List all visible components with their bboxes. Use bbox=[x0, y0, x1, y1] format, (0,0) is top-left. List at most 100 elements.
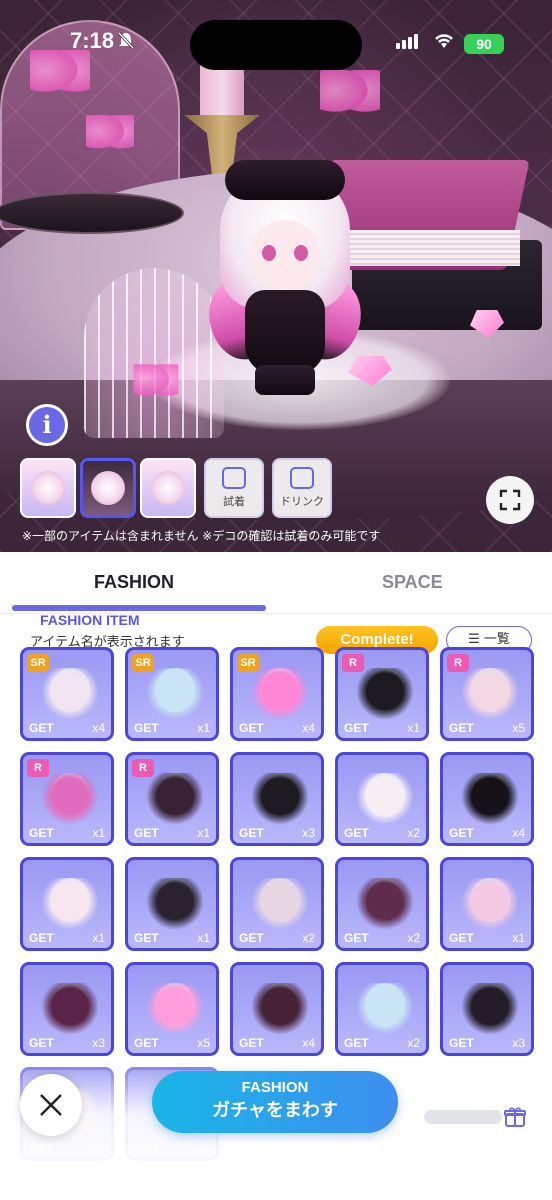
get-label: GET bbox=[134, 931, 159, 945]
scene-thumb-2[interactable] bbox=[80, 458, 136, 518]
get-label: GET bbox=[29, 721, 54, 735]
get-label: GET bbox=[449, 931, 474, 945]
item-card[interactable]: GET x2 bbox=[335, 857, 429, 951]
thumb-preview bbox=[91, 471, 125, 505]
get-label: GET bbox=[239, 721, 264, 735]
item-card[interactable]: R GET x1 bbox=[335, 647, 429, 741]
list-icon: ☰ bbox=[468, 632, 484, 647]
item-card[interactable]: GET x4 bbox=[230, 962, 324, 1056]
cellular-signal-icon bbox=[396, 34, 418, 49]
scene-thumbnails: 試着 ドリンク bbox=[20, 458, 332, 518]
close-icon bbox=[40, 1094, 62, 1116]
scene-thumb-1[interactable] bbox=[20, 458, 76, 518]
item-card[interactable]: SR GET x4 bbox=[20, 647, 114, 741]
tab-space[interactable]: SPACE bbox=[382, 572, 443, 593]
item-card[interactable]: GET x4 bbox=[440, 752, 534, 846]
item-card[interactable]: GET x5 bbox=[125, 962, 219, 1056]
active-tab-indicator bbox=[12, 605, 266, 611]
rarity-badge: R bbox=[447, 654, 469, 672]
item-thumbnail bbox=[461, 983, 519, 1035]
item-count: x4 bbox=[92, 721, 105, 735]
close-button[interactable] bbox=[20, 1074, 82, 1136]
fashion-gacha-button[interactable]: FASHION ガチャをまわす bbox=[152, 1071, 398, 1133]
get-label: GET bbox=[29, 931, 54, 945]
rarity-badge: SR bbox=[132, 654, 154, 672]
rarity-badge: SR bbox=[27, 654, 49, 672]
get-label: GET bbox=[344, 1036, 369, 1050]
item-thumbnail bbox=[146, 878, 204, 930]
avatar-eye bbox=[294, 245, 308, 261]
item-count: x2 bbox=[407, 931, 420, 945]
status-time: 7:18 bbox=[70, 28, 115, 53]
item-card[interactable]: SR GET x4 bbox=[230, 647, 324, 741]
item-count: x2 bbox=[407, 826, 420, 840]
get-label: GET bbox=[344, 826, 369, 840]
item-count: x1 bbox=[512, 931, 525, 945]
get-label: GET bbox=[449, 826, 474, 840]
drink-label: ドリンク bbox=[280, 495, 324, 508]
scene-thumb-3[interactable] bbox=[140, 458, 196, 518]
avatar-character[interactable] bbox=[200, 150, 370, 400]
item-thumbnail bbox=[146, 773, 204, 825]
get-label: GET bbox=[29, 1036, 54, 1050]
item-card[interactable]: R GET x1 bbox=[20, 752, 114, 846]
rarity-badge: SR bbox=[237, 654, 259, 672]
scene-disclaimer: ※一部のアイテムは含まれません ※デコの確認は試着のみ可能です bbox=[22, 529, 381, 543]
item-thumbnail bbox=[251, 668, 309, 720]
item-count: x1 bbox=[407, 721, 420, 735]
thumb-preview bbox=[151, 471, 185, 505]
avatar-boots bbox=[255, 365, 315, 395]
thumb-preview bbox=[31, 471, 65, 505]
try-on-button[interactable]: 試着 bbox=[204, 458, 264, 518]
gacha-title: FASHION bbox=[241, 1079, 309, 1096]
avatar-eye bbox=[262, 245, 276, 261]
item-card[interactable]: GET x2 bbox=[335, 962, 429, 1056]
item-card[interactable]: GET x1 bbox=[440, 857, 534, 951]
item-card[interactable]: GET x2 bbox=[230, 857, 324, 951]
item-thumbnail bbox=[41, 878, 99, 930]
item-count: x5 bbox=[197, 1036, 210, 1050]
get-label: GET bbox=[344, 931, 369, 945]
item-count: x1 bbox=[92, 826, 105, 840]
get-label: GET bbox=[134, 721, 159, 735]
item-count: x1 bbox=[197, 826, 210, 840]
rarity-badge: R bbox=[27, 759, 49, 777]
get-label: GET bbox=[239, 931, 264, 945]
item-count: x4 bbox=[302, 721, 315, 735]
item-count: x1 bbox=[92, 931, 105, 945]
item-card[interactable]: GET x2 bbox=[335, 752, 429, 846]
item-card[interactable]: R GET x1 bbox=[125, 752, 219, 846]
info-button[interactable]: i bbox=[26, 404, 68, 446]
item-thumbnail bbox=[356, 773, 414, 825]
item-card[interactable]: SR GET x1 bbox=[125, 647, 219, 741]
item-card[interactable]: R GET x5 bbox=[440, 647, 534, 741]
get-label: GET bbox=[449, 721, 474, 735]
avatar-face bbox=[250, 220, 320, 290]
item-count: x3 bbox=[92, 1036, 105, 1050]
battery-indicator: 90 bbox=[464, 34, 504, 54]
item-count: x4 bbox=[512, 826, 525, 840]
item-card[interactable]: GET x3 bbox=[440, 962, 534, 1056]
dynamic-island bbox=[190, 20, 362, 70]
butterfly-decoration bbox=[30, 50, 90, 100]
butterfly-decoration bbox=[133, 364, 179, 402]
section-header: FASHION ITEM bbox=[40, 612, 140, 626]
drink-button[interactable]: ドリンク bbox=[272, 458, 332, 518]
fullscreen-icon bbox=[499, 489, 521, 511]
item-thumbnail bbox=[356, 668, 414, 720]
tab-fashion[interactable]: FASHION bbox=[94, 572, 174, 593]
item-count: x3 bbox=[302, 826, 315, 840]
gift-icon[interactable] bbox=[504, 1106, 526, 1132]
item-thumbnail bbox=[251, 983, 309, 1035]
butterfly-decoration bbox=[320, 70, 380, 120]
fullscreen-button[interactable] bbox=[486, 476, 534, 524]
item-thumbnail bbox=[356, 878, 414, 930]
get-label: GET bbox=[239, 1036, 264, 1050]
try-on-label: 試着 bbox=[223, 495, 245, 508]
item-card[interactable]: GET x1 bbox=[20, 857, 114, 951]
list-view-label: 一覧 bbox=[483, 632, 510, 647]
item-card[interactable]: GET x3 bbox=[230, 752, 324, 846]
item-card[interactable]: GET x3 bbox=[20, 962, 114, 1056]
get-label: GET bbox=[134, 1036, 159, 1050]
item-card[interactable]: GET x1 bbox=[125, 857, 219, 951]
